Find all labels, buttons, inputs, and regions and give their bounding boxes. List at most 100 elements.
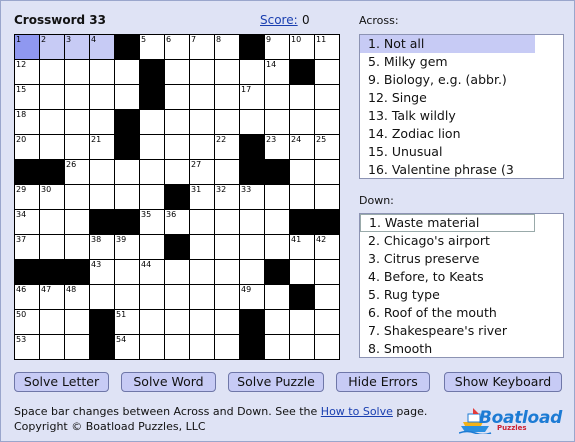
grid-cell[interactable] (90, 160, 114, 184)
score-link[interactable]: Score: (260, 13, 298, 27)
down-clue-list[interactable]: 1. Waste material 2. Chicago's airport 3. … (359, 213, 564, 358)
grid-cell[interactable] (115, 60, 139, 84)
grid-cell[interactable]: 21 (90, 135, 114, 159)
grid-cell[interactable] (65, 210, 89, 234)
grid-cell[interactable] (190, 310, 214, 334)
grid-cell[interactable] (165, 260, 189, 284)
grid-cell[interactable] (290, 260, 314, 284)
across-clue-item[interactable]: 16. Valentine phrase (3 (360, 161, 563, 178)
grid-cell[interactable] (65, 335, 89, 359)
grid-cell[interactable] (65, 85, 89, 109)
grid-cell[interactable] (315, 285, 339, 309)
grid-cell[interactable] (290, 160, 314, 184)
grid-cell[interactable] (40, 135, 64, 159)
grid-cell[interactable]: 30 (40, 185, 64, 209)
across-clue-item[interactable]: 13. Talk wildly (360, 107, 563, 125)
grid-cell[interactable] (290, 335, 314, 359)
grid-cell[interactable] (315, 160, 339, 184)
grid-cell[interactable] (165, 85, 189, 109)
grid-cell[interactable]: 34 (15, 210, 39, 234)
grid-cell[interactable]: 29 (15, 185, 39, 209)
grid-cell[interactable] (215, 110, 239, 134)
grid-cell[interactable] (140, 285, 164, 309)
grid-cell[interactable] (315, 335, 339, 359)
across-clue-item[interactable]: 1. Not all (360, 35, 535, 53)
grid-cell[interactable] (315, 110, 339, 134)
grid-cell[interactable]: 2 (40, 35, 64, 59)
grid-cell[interactable] (165, 135, 189, 159)
grid-cell[interactable]: 43 (90, 260, 114, 284)
grid-cell[interactable] (190, 335, 214, 359)
grid-cell[interactable] (315, 85, 339, 109)
grid-cell[interactable]: 14 (265, 60, 289, 84)
grid-cell[interactable]: 5 (140, 35, 164, 59)
grid-cell[interactable] (315, 260, 339, 284)
grid-cell[interactable] (265, 185, 289, 209)
grid-cell[interactable] (140, 310, 164, 334)
grid-cell[interactable] (165, 110, 189, 134)
grid-cell[interactable] (190, 135, 214, 159)
grid-cell[interactable] (290, 310, 314, 334)
grid-cell[interactable] (165, 160, 189, 184)
grid-cell[interactable]: 54 (115, 335, 139, 359)
grid-cell[interactable]: 49 (240, 285, 264, 309)
grid-cell[interactable] (265, 310, 289, 334)
grid-cell[interactable]: 53 (15, 335, 39, 359)
grid-cell[interactable] (240, 60, 264, 84)
across-clue-item[interactable]: 9. Biology, e.g. (abbr.) (360, 71, 563, 89)
show-keyboard-button[interactable]: Show Keyboard (444, 372, 562, 392)
grid-cell[interactable] (290, 185, 314, 209)
grid-cell[interactable] (240, 110, 264, 134)
grid-cell[interactable] (215, 310, 239, 334)
grid-cell[interactable] (140, 135, 164, 159)
grid-cell[interactable] (215, 285, 239, 309)
grid-cell[interactable] (40, 335, 64, 359)
grid-cell[interactable]: 12 (15, 60, 39, 84)
grid-cell[interactable]: 22 (215, 135, 239, 159)
grid-cell[interactable]: 44 (140, 260, 164, 284)
grid-cell[interactable]: 1 (15, 35, 39, 59)
solve-letter-button[interactable]: Solve Letter (14, 372, 109, 392)
down-clue-item[interactable]: 7. Shakespeare's river (360, 322, 563, 340)
grid-cell[interactable] (65, 310, 89, 334)
grid-cell[interactable] (190, 235, 214, 259)
grid-cell[interactable] (165, 310, 189, 334)
grid-cell[interactable]: 47 (40, 285, 64, 309)
grid-cell[interactable] (190, 260, 214, 284)
grid-cell[interactable] (165, 335, 189, 359)
grid-cell[interactable] (65, 110, 89, 134)
grid-cell[interactable] (165, 285, 189, 309)
grid-cell[interactable]: 27 (190, 160, 214, 184)
grid-cell[interactable] (215, 85, 239, 109)
grid-cell[interactable] (165, 60, 189, 84)
grid-cell[interactable] (215, 260, 239, 284)
grid-cell[interactable] (115, 160, 139, 184)
grid-cell[interactable] (265, 210, 289, 234)
grid-cell[interactable] (90, 185, 114, 209)
grid-cell[interactable] (240, 235, 264, 259)
grid-cell[interactable]: 32 (215, 185, 239, 209)
grid-cell[interactable]: 50 (15, 310, 39, 334)
grid-cell[interactable]: 4 (90, 35, 114, 59)
grid-cell[interactable]: 38 (90, 235, 114, 259)
grid-cell[interactable] (90, 85, 114, 109)
grid-cell[interactable]: 7 (190, 35, 214, 59)
grid-cell[interactable] (215, 210, 239, 234)
grid-cell[interactable]: 23 (265, 135, 289, 159)
grid-cell[interactable]: 9 (265, 35, 289, 59)
grid-cell[interactable]: 51 (115, 310, 139, 334)
hide-errors-button[interactable]: Hide Errors (336, 372, 430, 392)
across-clue-item[interactable]: 5. Milky gem (360, 53, 563, 71)
grid-cell[interactable] (40, 310, 64, 334)
grid-cell[interactable]: 10 (290, 35, 314, 59)
grid-cell[interactable] (65, 135, 89, 159)
down-clue-item[interactable]: 3. Citrus preserve (360, 250, 563, 268)
down-clue-item[interactable]: 2. Chicago's airport (360, 232, 563, 250)
grid-cell[interactable] (265, 110, 289, 134)
grid-cell[interactable] (65, 235, 89, 259)
across-clue-list[interactable]: 1. Not all 5. Milky gem 9. Biology, e.g. (… (359, 34, 564, 179)
grid-cell[interactable]: 31 (190, 185, 214, 209)
grid-cell[interactable] (190, 110, 214, 134)
grid-cell[interactable]: 42 (315, 235, 339, 259)
grid-cell[interactable]: 25 (315, 135, 339, 159)
